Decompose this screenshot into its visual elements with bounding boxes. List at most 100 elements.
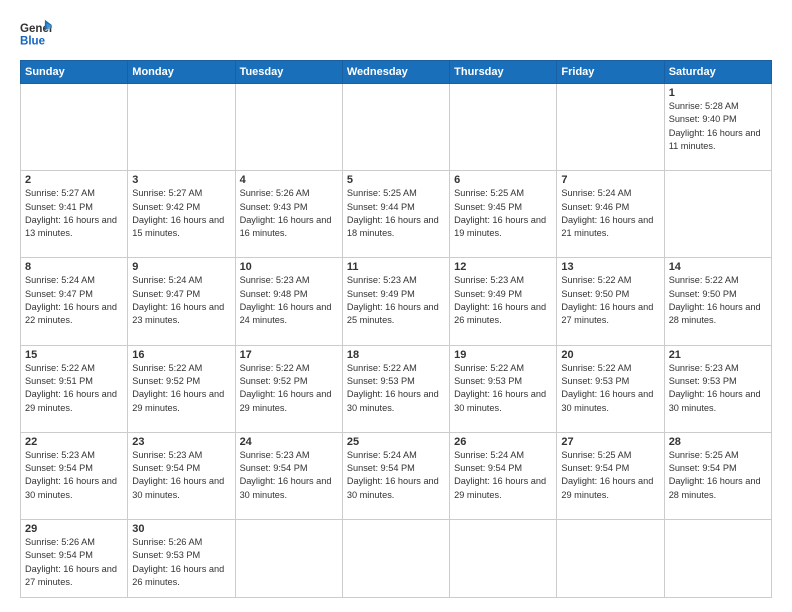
day-info: Sunrise: 5:27 AMSunset: 9:42 PMDaylight:…: [132, 187, 230, 240]
day-number: 8: [25, 261, 123, 273]
day-number: 27: [561, 436, 659, 448]
day-info: Sunrise: 5:23 AMSunset: 9:49 PMDaylight:…: [454, 274, 552, 327]
day-number: 3: [132, 174, 230, 186]
header: General Blue: [20, 18, 772, 50]
day-info: Sunrise: 5:25 AMSunset: 9:54 PMDaylight:…: [561, 449, 659, 502]
empty-cell: [342, 519, 449, 597]
day-cell-1: 1Sunrise: 5:28 AMSunset: 9:40 PMDaylight…: [664, 84, 771, 171]
day-number: 1: [669, 87, 767, 99]
day-info: Sunrise: 5:23 AMSunset: 9:48 PMDaylight:…: [240, 274, 338, 327]
day-number: 29: [25, 523, 123, 535]
day-number: 14: [669, 261, 767, 273]
empty-cell: [557, 84, 664, 171]
empty-cell: [450, 519, 557, 597]
empty-cell: [557, 519, 664, 597]
day-cell-14: 14Sunrise: 5:22 AMSunset: 9:50 PMDayligh…: [664, 258, 771, 345]
day-number: 28: [669, 436, 767, 448]
day-cell-23: 23Sunrise: 5:23 AMSunset: 9:54 PMDayligh…: [128, 432, 235, 519]
day-cell-29: 29Sunrise: 5:26 AMSunset: 9:54 PMDayligh…: [21, 519, 128, 597]
day-cell-2: 2Sunrise: 5:27 AMSunset: 9:41 PMDaylight…: [21, 171, 128, 258]
day-info: Sunrise: 5:25 AMSunset: 9:44 PMDaylight:…: [347, 187, 445, 240]
day-cell-15: 15Sunrise: 5:22 AMSunset: 9:51 PMDayligh…: [21, 345, 128, 432]
day-info: Sunrise: 5:24 AMSunset: 9:47 PMDaylight:…: [25, 274, 123, 327]
day-number: 19: [454, 349, 552, 361]
day-cell-5: 5Sunrise: 5:25 AMSunset: 9:44 PMDaylight…: [342, 171, 449, 258]
day-info: Sunrise: 5:22 AMSunset: 9:52 PMDaylight:…: [240, 362, 338, 415]
logo: General Blue: [20, 18, 52, 50]
day-info: Sunrise: 5:26 AMSunset: 9:43 PMDaylight:…: [240, 187, 338, 240]
weekday-header-tuesday: Tuesday: [235, 61, 342, 84]
day-cell-9: 9Sunrise: 5:24 AMSunset: 9:47 PMDaylight…: [128, 258, 235, 345]
day-cell-30: 30Sunrise: 5:26 AMSunset: 9:53 PMDayligh…: [128, 519, 235, 597]
day-info: Sunrise: 5:26 AMSunset: 9:53 PMDaylight:…: [132, 536, 230, 589]
day-cell-26: 26Sunrise: 5:24 AMSunset: 9:54 PMDayligh…: [450, 432, 557, 519]
day-info: Sunrise: 5:22 AMSunset: 9:51 PMDaylight:…: [25, 362, 123, 415]
day-info: Sunrise: 5:23 AMSunset: 9:54 PMDaylight:…: [25, 449, 123, 502]
day-number: 21: [669, 349, 767, 361]
day-info: Sunrise: 5:25 AMSunset: 9:45 PMDaylight:…: [454, 187, 552, 240]
day-number: 25: [347, 436, 445, 448]
day-cell-17: 17Sunrise: 5:22 AMSunset: 9:52 PMDayligh…: [235, 345, 342, 432]
weekday-header-friday: Friday: [557, 61, 664, 84]
day-number: 30: [132, 523, 230, 535]
day-cell-20: 20Sunrise: 5:22 AMSunset: 9:53 PMDayligh…: [557, 345, 664, 432]
day-number: 5: [347, 174, 445, 186]
day-info: Sunrise: 5:24 AMSunset: 9:47 PMDaylight:…: [132, 274, 230, 327]
empty-cell: [450, 84, 557, 171]
weekday-header-thursday: Thursday: [450, 61, 557, 84]
weekday-header-monday: Monday: [128, 61, 235, 84]
logo-icon: General Blue: [20, 18, 52, 50]
day-info: Sunrise: 5:25 AMSunset: 9:54 PMDaylight:…: [669, 449, 767, 502]
day-cell-19: 19Sunrise: 5:22 AMSunset: 9:53 PMDayligh…: [450, 345, 557, 432]
day-number: 17: [240, 349, 338, 361]
day-number: 13: [561, 261, 659, 273]
day-number: 24: [240, 436, 338, 448]
day-info: Sunrise: 5:23 AMSunset: 9:54 PMDaylight:…: [240, 449, 338, 502]
day-info: Sunrise: 5:22 AMSunset: 9:52 PMDaylight:…: [132, 362, 230, 415]
day-info: Sunrise: 5:23 AMSunset: 9:53 PMDaylight:…: [669, 362, 767, 415]
weekday-header-sunday: Sunday: [21, 61, 128, 84]
day-cell-16: 16Sunrise: 5:22 AMSunset: 9:52 PMDayligh…: [128, 345, 235, 432]
day-cell-21: 21Sunrise: 5:23 AMSunset: 9:53 PMDayligh…: [664, 345, 771, 432]
day-cell-6: 6Sunrise: 5:25 AMSunset: 9:45 PMDaylight…: [450, 171, 557, 258]
day-info: Sunrise: 5:28 AMSunset: 9:40 PMDaylight:…: [669, 100, 767, 153]
day-info: Sunrise: 5:22 AMSunset: 9:53 PMDaylight:…: [347, 362, 445, 415]
day-number: 15: [25, 349, 123, 361]
day-info: Sunrise: 5:22 AMSunset: 9:53 PMDaylight:…: [561, 362, 659, 415]
day-info: Sunrise: 5:24 AMSunset: 9:46 PMDaylight:…: [561, 187, 659, 240]
day-info: Sunrise: 5:23 AMSunset: 9:54 PMDaylight:…: [132, 449, 230, 502]
day-cell-24: 24Sunrise: 5:23 AMSunset: 9:54 PMDayligh…: [235, 432, 342, 519]
day-info: Sunrise: 5:22 AMSunset: 9:50 PMDaylight:…: [561, 274, 659, 327]
day-number: 12: [454, 261, 552, 273]
weekday-header-wednesday: Wednesday: [342, 61, 449, 84]
day-info: Sunrise: 5:23 AMSunset: 9:49 PMDaylight:…: [347, 274, 445, 327]
day-cell-27: 27Sunrise: 5:25 AMSunset: 9:54 PMDayligh…: [557, 432, 664, 519]
day-cell-25: 25Sunrise: 5:24 AMSunset: 9:54 PMDayligh…: [342, 432, 449, 519]
day-cell-7: 7Sunrise: 5:24 AMSunset: 9:46 PMDaylight…: [557, 171, 664, 258]
day-number: 10: [240, 261, 338, 273]
day-number: 26: [454, 436, 552, 448]
day-info: Sunrise: 5:22 AMSunset: 9:50 PMDaylight:…: [669, 274, 767, 327]
day-number: 22: [25, 436, 123, 448]
day-info: Sunrise: 5:27 AMSunset: 9:41 PMDaylight:…: [25, 187, 123, 240]
day-info: Sunrise: 5:24 AMSunset: 9:54 PMDaylight:…: [347, 449, 445, 502]
day-cell-22: 22Sunrise: 5:23 AMSunset: 9:54 PMDayligh…: [21, 432, 128, 519]
day-number: 16: [132, 349, 230, 361]
day-number: 9: [132, 261, 230, 273]
day-number: 4: [240, 174, 338, 186]
day-number: 2: [25, 174, 123, 186]
day-number: 18: [347, 349, 445, 361]
day-number: 6: [454, 174, 552, 186]
page: General Blue SundayMondayTuesdayWednesda…: [0, 0, 792, 612]
day-cell-3: 3Sunrise: 5:27 AMSunset: 9:42 PMDaylight…: [128, 171, 235, 258]
svg-text:Blue: Blue: [20, 36, 46, 48]
day-cell-28: 28Sunrise: 5:25 AMSunset: 9:54 PMDayligh…: [664, 432, 771, 519]
day-cell-13: 13Sunrise: 5:22 AMSunset: 9:50 PMDayligh…: [557, 258, 664, 345]
day-info: Sunrise: 5:22 AMSunset: 9:53 PMDaylight:…: [454, 362, 552, 415]
empty-cell: [235, 519, 342, 597]
calendar-table: SundayMondayTuesdayWednesdayThursdayFrid…: [20, 60, 772, 598]
day-cell-4: 4Sunrise: 5:26 AMSunset: 9:43 PMDaylight…: [235, 171, 342, 258]
day-number: 7: [561, 174, 659, 186]
empty-cell: [664, 519, 771, 597]
weekday-header-saturday: Saturday: [664, 61, 771, 84]
